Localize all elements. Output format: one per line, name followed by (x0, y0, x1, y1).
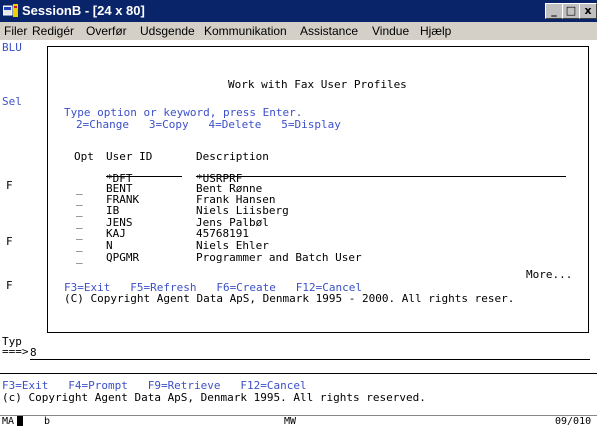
status-session: b (44, 416, 51, 427)
menu-filer[interactable]: Filer (4, 24, 27, 38)
maximize-button[interactable]: □ (562, 3, 580, 19)
menu-kommunikation[interactable]: Kommunikation (204, 24, 287, 38)
column-header-user-id: User ID (106, 150, 153, 163)
menu-overfor[interactable]: Overfør (86, 24, 127, 38)
command-line-input[interactable]: 8 (30, 347, 37, 359)
row-user-id: QPGMR (106, 251, 140, 264)
close-button[interactable]: x (579, 3, 597, 19)
bg-text-sel: Sel (2, 95, 22, 108)
dialog-title: Work with Fax User Profiles (228, 78, 407, 91)
status-mw: MW (284, 416, 297, 427)
menu-hjaelp[interactable]: Hjælp (420, 24, 451, 38)
row-description: Programmer and Batch User (196, 251, 362, 264)
menu-assistance[interactable]: Assistance (300, 24, 358, 38)
fax-user-profiles-dialog: Work with Fax User Profiles Type option … (47, 46, 589, 333)
menu-rediger[interactable]: Redigér (32, 24, 74, 38)
status-mode: MA (2, 416, 15, 427)
bg-marker-f: F (6, 179, 13, 192)
terminal-screen[interactable]: BLU Sel F F F Work with Fax User Profile… (0, 40, 597, 419)
minimize-button[interactable]: _ (545, 3, 563, 19)
bg-marker-f: F (6, 279, 13, 292)
dialog-copyright: (C) Copyright Agent Data ApS, Denmark 19… (64, 292, 515, 305)
command-line-underline (30, 359, 590, 360)
menu-udsgende[interactable]: Udsgende (140, 24, 195, 38)
cursor-position: 09/010 (555, 416, 592, 427)
window-title: SessionB - [24 x 80] (22, 3, 145, 18)
column-header-opt: Opt (74, 150, 94, 163)
option-legend: 2=Change 3=Copy 4=Delete 5=Display (76, 118, 341, 131)
title-bar: SessionB - [24 x 80] _ □ x (0, 0, 597, 22)
menu-bar: Filer Redigér Overfør Udsgende Kommunika… (0, 22, 597, 40)
menu-vindue[interactable]: Vindue (372, 24, 409, 38)
bg-text-blu: BLU (2, 41, 22, 54)
terminal-app-icon (3, 4, 18, 17)
row-option-input[interactable]: _ (76, 252, 83, 264)
description-divider (196, 176, 566, 177)
column-header-description: Description (196, 150, 269, 163)
copyright-line: (c) Copyright Agent Data ApS, Denmark 19… (2, 391, 426, 404)
more-indicator: More... (526, 268, 573, 281)
bg-marker-f: F (6, 235, 13, 248)
separator (0, 373, 597, 374)
command-prompt: ===> (2, 345, 29, 358)
status-bar: MA b MW 09/010 (0, 415, 597, 429)
